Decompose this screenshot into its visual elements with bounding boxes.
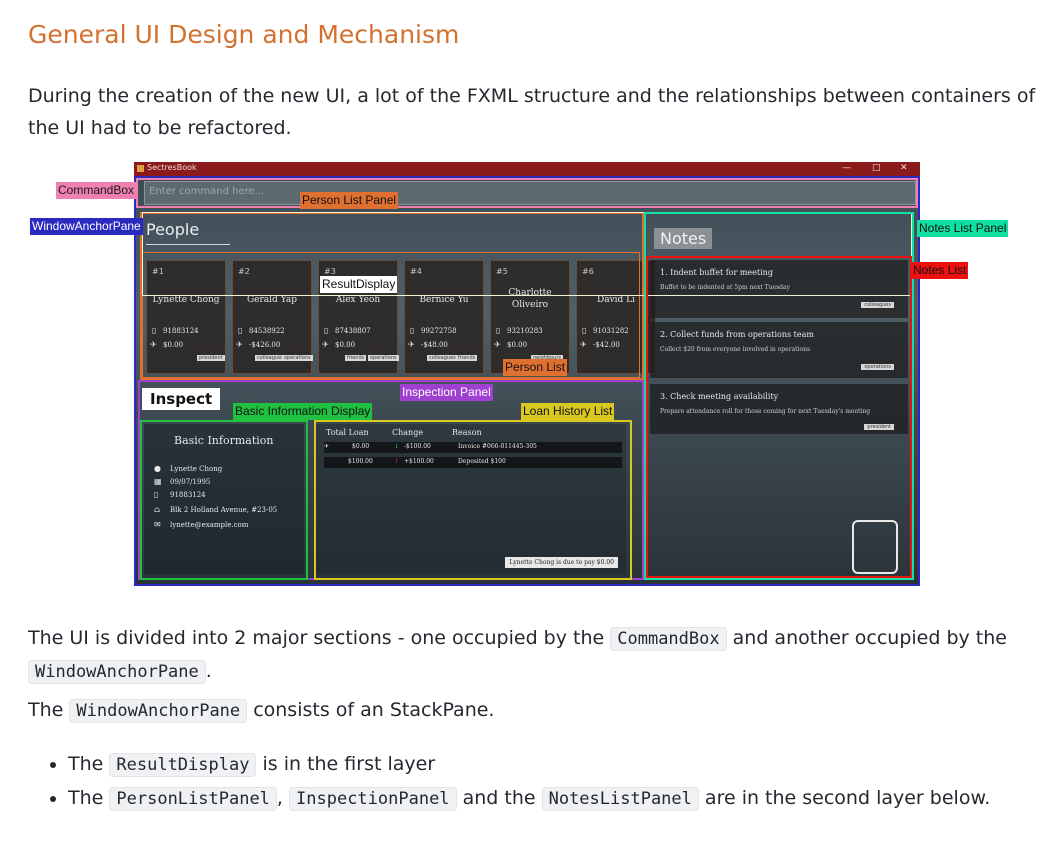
basic-info-outline	[140, 420, 308, 580]
text-run: and another occupied by the	[726, 627, 1014, 649]
close-icon[interactable]: ✕	[900, 163, 908, 173]
text-run: are in the second layer below.	[698, 787, 991, 809]
app-icon	[137, 165, 144, 172]
list-item: The ResultDisplay is in the first layer	[68, 748, 1048, 782]
section-heading: General UI Design and Mechanism	[28, 20, 460, 49]
code-noteslistpanel: NotesListPanel	[541, 787, 699, 811]
notes-list-tag: Notes List	[911, 262, 969, 279]
code-windowanchorpane: WindowAnchorPane	[28, 660, 206, 684]
loan-history-outline	[314, 420, 632, 580]
code-commandbox: CommandBox	[610, 627, 727, 651]
notes-list-panel-tag: Notes List Panel	[917, 220, 1009, 237]
text-run: .	[205, 660, 212, 682]
text-run: consists of an StackPane.	[247, 699, 495, 721]
text-run: The UI is divided into 2 major sections …	[28, 627, 611, 649]
text-run: is in the first layer	[256, 753, 436, 775]
text-run: The	[68, 787, 110, 809]
minimize-icon[interactable]: —	[842, 163, 851, 173]
code-personlistpanel: PersonListPanel	[109, 787, 277, 811]
inspection-panel-tag: Inspection Panel	[400, 384, 493, 401]
text-run: ,	[276, 787, 290, 809]
maximize-icon[interactable]: □	[872, 163, 881, 173]
paragraph-stackpane: The WindowAnchorPane consists of an Stac…	[28, 694, 1038, 727]
text-run: The	[28, 699, 70, 721]
code-resultdisplay: ResultDisplay	[109, 753, 257, 777]
commandbox-tag: CommandBox	[56, 182, 137, 199]
basic-info-display-tag: Basic Information Display	[233, 403, 373, 420]
result-display-tag: ResultDisplay	[320, 276, 398, 293]
text-run: The	[68, 753, 110, 775]
layer-list: The ResultDisplay is in the first layer …	[28, 748, 1048, 816]
windowanchorpane-tag: WindowAnchorPane	[30, 218, 143, 235]
ui-screenshot-figure: SectresBook — □ ✕ Enter command here... …	[0, 160, 1059, 590]
window-title: SectresBook	[147, 163, 197, 172]
commandbox-outline	[136, 178, 918, 208]
window-titlebar: SectresBook — □ ✕	[134, 162, 920, 176]
person-list-panel-tag: Person List Panel	[300, 192, 399, 209]
intro-paragraph: During the creation of the new UI, a lot…	[28, 85, 1036, 139]
notes-list-outline	[646, 256, 912, 578]
loan-history-list-tag: Loan History List	[521, 403, 615, 420]
code-inspectionpanel: InspectionPanel	[289, 787, 457, 811]
text-run: and the	[456, 787, 542, 809]
person-list-tag: Person List	[503, 359, 568, 376]
list-item: The PersonListPanel, InspectionPanel and…	[68, 782, 1048, 816]
paragraph-sections: The UI is divided into 2 major sections …	[28, 606, 1038, 688]
code-windowanchorpane: WindowAnchorPane	[69, 699, 248, 723]
